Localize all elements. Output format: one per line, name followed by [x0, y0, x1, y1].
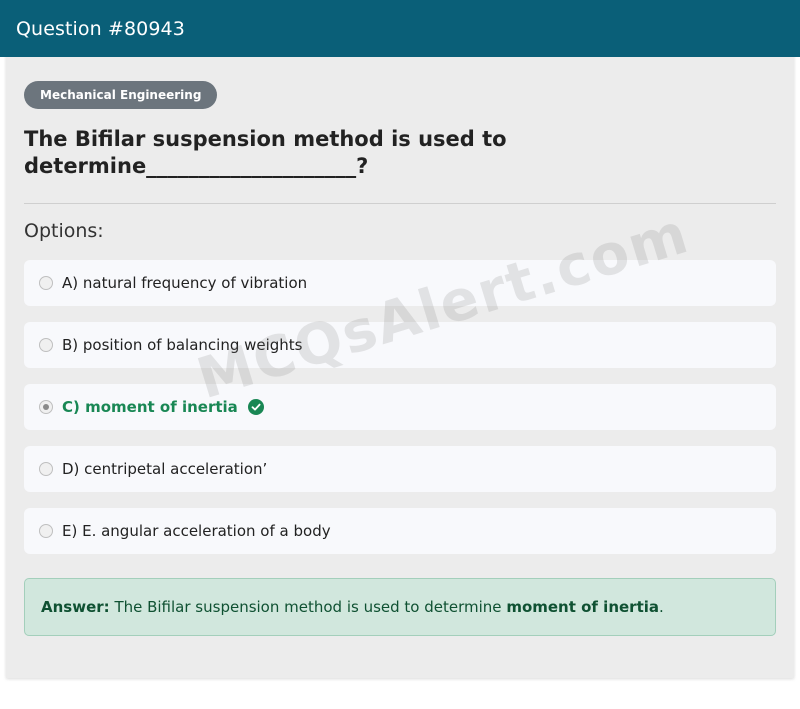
check-circle-icon — [247, 399, 264, 415]
option-b[interactable]: B) position of balancing weights — [24, 322, 776, 368]
question-text: The Bifilar suspension method is used to… — [24, 127, 507, 178]
option-c-radio[interactable] — [39, 400, 53, 414]
option-e-label: E) E. angular acceleration of a body — [62, 522, 331, 540]
option-c[interactable]: C) moment of inertia — [24, 384, 776, 430]
category-badge[interactable]: Mechanical Engineering — [24, 81, 218, 109]
option-d-label: D) centripetal acceleration’ — [62, 460, 268, 478]
option-a[interactable]: A) natural frequency of vibration — [24, 260, 776, 306]
option-d-radio[interactable] — [39, 462, 53, 476]
answer-box: Answer: The Bifilar suspension method is… — [24, 578, 776, 636]
option-a-radio[interactable] — [39, 276, 53, 290]
options-heading: Options: — [24, 220, 104, 242]
answer-prefix: Answer: — [41, 598, 110, 616]
option-d[interactable]: D) centripetal acceleration’ — [24, 446, 776, 492]
option-b-radio[interactable] — [39, 338, 53, 352]
option-c-label: C) moment of inertia — [62, 398, 238, 416]
option-b-label: B) position of balancing weights — [62, 336, 303, 354]
answer-text: The Bifilar suspension method is used to… — [114, 598, 502, 616]
answer-highlight: moment of inertia — [506, 598, 660, 616]
option-e-radio[interactable] — [39, 524, 53, 538]
question-number-title: Question #80943 — [16, 17, 185, 40]
option-e[interactable]: E) E. angular acceleration of a body — [24, 508, 776, 554]
answer-suffix: . — [659, 598, 664, 616]
option-a-label: A) natural frequency of vibration — [62, 274, 308, 292]
question-header: Question #80943 — [0, 0, 800, 57]
divider — [24, 203, 776, 204]
